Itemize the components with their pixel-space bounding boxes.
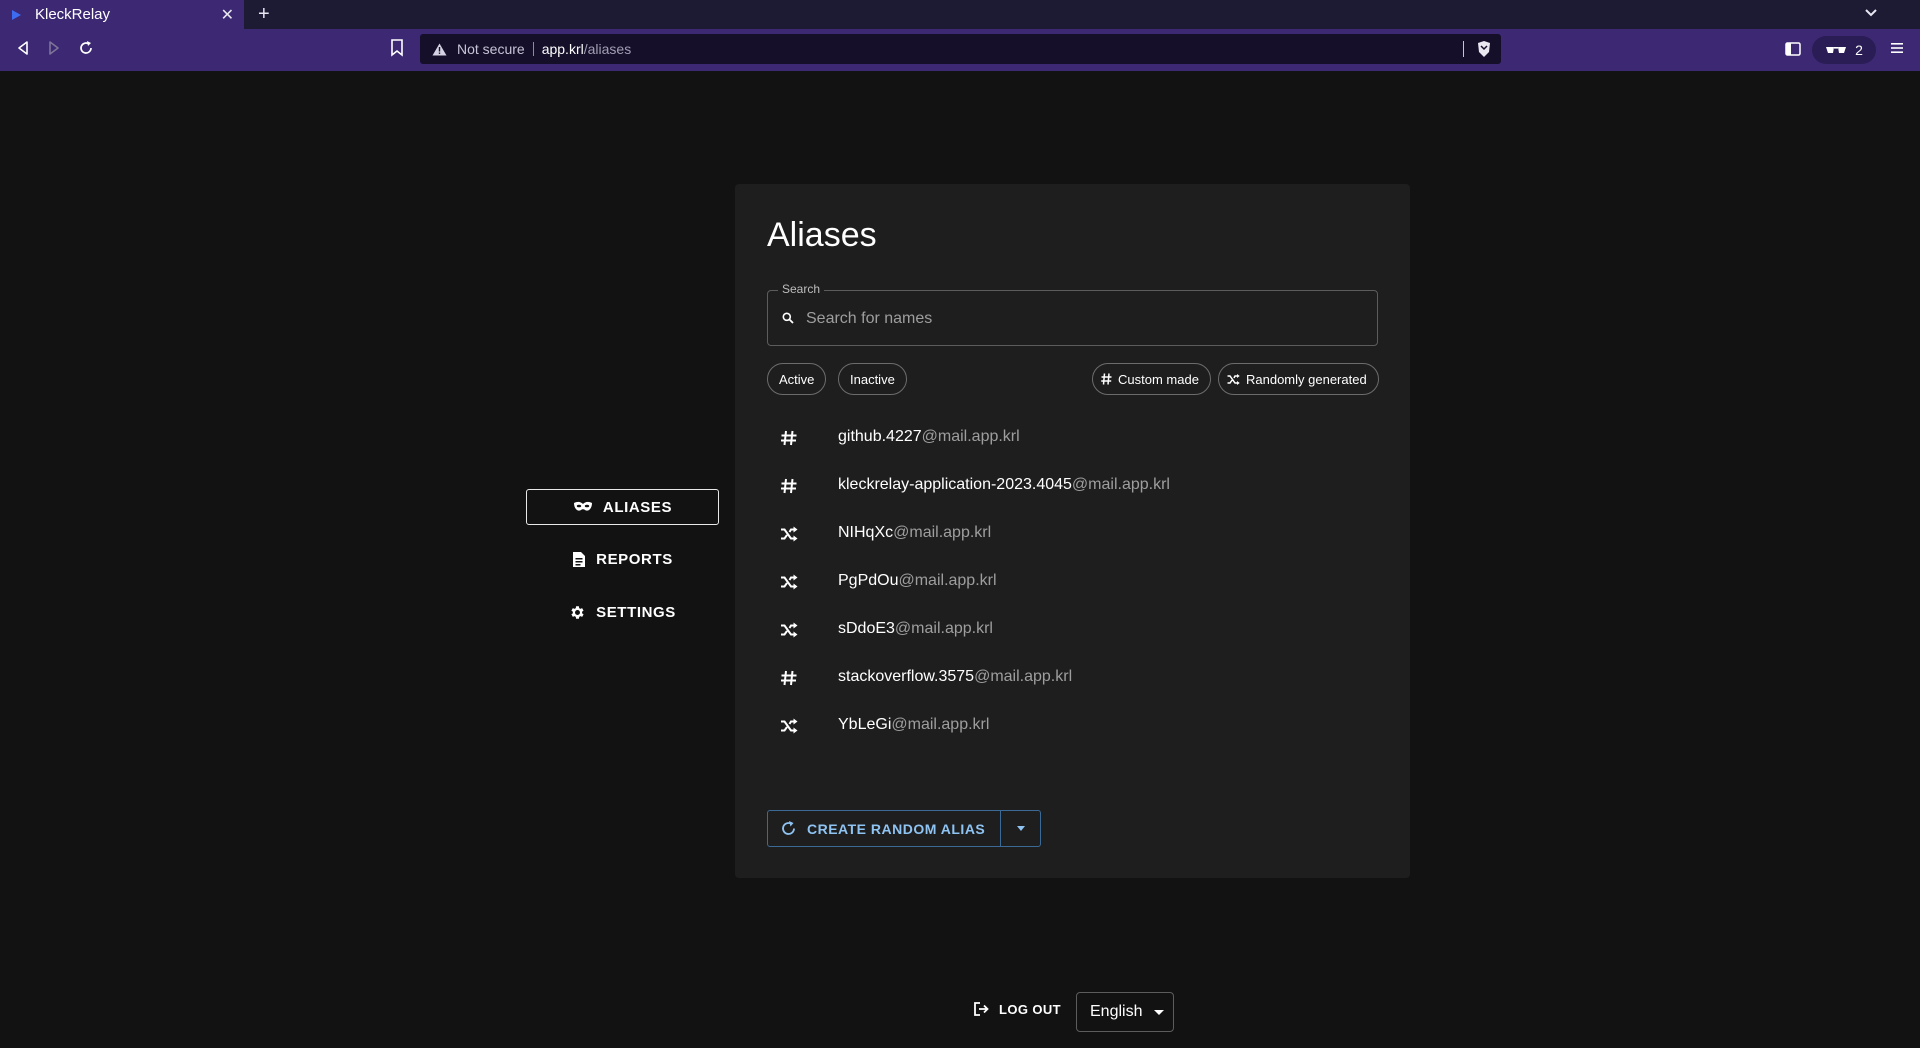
- alias-address: NIHqXc@mail.app.krl: [838, 524, 991, 542]
- back-icon[interactable]: [14, 39, 32, 57]
- bookmark-icon[interactable]: [390, 39, 404, 57]
- tab-title: KleckRelay: [35, 6, 111, 23]
- chip-label: Custom made: [1118, 371, 1199, 387]
- alias-row[interactable]: PgPdOu@mail.app.krl: [767, 557, 1378, 605]
- search-icon: [782, 312, 794, 324]
- alias-address: PgPdOu@mail.app.krl: [838, 572, 997, 590]
- alias-domain: @mail.app.krl: [1071, 476, 1170, 493]
- warning-icon: [432, 43, 447, 55]
- browser-tab[interactable]: KleckRelay ✕: [0, 0, 244, 29]
- url-separator: [532, 42, 534, 56]
- alias-domain: @mail.app.krl: [974, 668, 1073, 685]
- mask-icon: [573, 501, 592, 511]
- nav-label: ALIASES: [602, 498, 673, 516]
- logout-button[interactable]: LOG OUT: [973, 1001, 1061, 1017]
- alias-row[interactable]: YbLeGi@mail.app.krl: [767, 701, 1378, 749]
- filter-custom-chip[interactable]: Custom made: [1092, 363, 1211, 395]
- alias-domain: @mail.app.krl: [894, 620, 993, 637]
- shuffle-icon: [1227, 373, 1240, 385]
- browser-tab-bar: KleckRelay ✕ +: [0, 0, 1920, 29]
- search-label: Search: [778, 282, 825, 296]
- alias-row[interactable]: stackoverflow.3575@mail.app.krl: [767, 653, 1378, 701]
- shuffle-icon: [781, 718, 798, 734]
- browser-toolbar: Not secure app.krl/aliases 2: [0, 29, 1920, 71]
- alias-address: sDdoE3@mail.app.krl: [838, 620, 993, 638]
- rewards-count: 2: [1855, 42, 1863, 58]
- hash-icon: [781, 670, 797, 686]
- filter-inactive-chip[interactable]: Inactive: [838, 363, 907, 395]
- nav-label: REPORTS: [596, 550, 673, 568]
- create-random-alias-button[interactable]: CREATE RANDOM ALIAS: [768, 811, 1002, 846]
- url-bar[interactable]: Not secure app.krl/aliases: [420, 34, 1501, 64]
- url-path: /aliases: [583, 41, 632, 57]
- language-value: English: [1090, 1003, 1143, 1020]
- tab-close-icon[interactable]: ✕: [221, 5, 234, 25]
- search-input[interactable]: [804, 305, 1368, 333]
- alias-domain: @mail.app.krl: [898, 572, 997, 589]
- alias-local-part: kleckrelay-application-2023.4045: [838, 476, 1072, 493]
- alias-domain: @mail.app.krl: [921, 428, 1020, 445]
- hash-icon: [781, 430, 797, 446]
- url-host: app.krl: [541, 41, 584, 57]
- caret-down-icon: [1154, 1009, 1165, 1015]
- reload-icon[interactable]: [77, 39, 95, 57]
- aliases-card: Aliases Search Active Inactive Custom ma…: [735, 184, 1410, 878]
- logout-label: LOG OUT: [999, 1001, 1062, 1017]
- chip-label: Inactive: [850, 371, 895, 387]
- alias-local-part: PgPdOu: [838, 572, 899, 589]
- document-icon: [573, 551, 586, 567]
- alias-address: kleckrelay-application-2023.4045@mail.ap…: [838, 476, 1170, 494]
- alias-row[interactable]: kleckrelay-application-2023.4045@mail.ap…: [767, 461, 1378, 509]
- menu-icon[interactable]: [1890, 41, 1904, 55]
- alias-row[interactable]: NIHqXc@mail.app.krl: [767, 509, 1378, 557]
- alias-address: stackoverflow.3575@mail.app.krl: [838, 668, 1072, 686]
- search-field[interactable]: Search: [767, 282, 1378, 346]
- glasses-icon: [1826, 47, 1847, 53]
- alias-domain: @mail.app.krl: [893, 524, 992, 541]
- alias-local-part: sDdoE3: [838, 620, 895, 637]
- not-secure-label: Not secure: [457, 41, 525, 57]
- alias-domain: @mail.app.krl: [891, 716, 990, 733]
- alias-row[interactable]: github.4227@mail.app.krl: [767, 413, 1378, 461]
- alias-local-part: NIHqXc: [838, 524, 894, 541]
- caret-down-icon: [1016, 826, 1025, 831]
- nav-label: SETTINGS: [596, 603, 676, 621]
- create-options-dropdown[interactable]: [1001, 811, 1040, 846]
- hash-icon: [781, 478, 797, 494]
- nav-item-settings[interactable]: SETTINGS: [526, 594, 719, 630]
- create-alias-button-group: CREATE RANDOM ALIAS: [767, 810, 1042, 847]
- alias-address: YbLeGi@mail.app.krl: [838, 716, 989, 734]
- alias-address: github.4227@mail.app.krl: [838, 428, 1020, 446]
- alias-local-part: github.4227: [838, 428, 922, 445]
- refresh-icon: [782, 821, 795, 835]
- rewards-button[interactable]: 2: [1812, 36, 1876, 64]
- alias-local-part: stackoverflow.3575: [838, 668, 975, 685]
- alias-local-part: YbLeGi: [838, 716, 892, 733]
- logout-icon: [974, 1002, 989, 1016]
- app-favicon-icon: [12, 9, 21, 20]
- forward-icon[interactable]: [45, 39, 63, 57]
- sidebar-toggle-icon[interactable]: [1785, 42, 1801, 56]
- new-tab-icon[interactable]: +: [258, 3, 270, 26]
- chip-label: Randomly generated: [1246, 371, 1367, 387]
- tab-list-chevron-icon[interactable]: [1864, 6, 1878, 20]
- chip-label: Active: [779, 371, 815, 387]
- nav-item-reports[interactable]: REPORTS: [526, 541, 719, 577]
- filter-active-chip[interactable]: Active: [767, 363, 827, 395]
- hash-icon: [1101, 373, 1112, 385]
- brave-shield-icon[interactable]: [1476, 40, 1492, 58]
- url-divider: [1463, 41, 1464, 57]
- shuffle-icon: [781, 622, 798, 638]
- shuffle-icon: [781, 574, 798, 590]
- page-title: Aliases: [767, 216, 877, 254]
- create-button-label: CREATE RANDOM ALIAS: [807, 820, 986, 837]
- alias-row[interactable]: sDdoE3@mail.app.krl: [767, 605, 1378, 653]
- gear-icon: [571, 605, 584, 619]
- shuffle-icon: [781, 526, 798, 542]
- nav-item-aliases[interactable]: ALIASES: [526, 489, 719, 525]
- filter-random-chip[interactable]: Randomly generated: [1218, 363, 1379, 395]
- language-select[interactable]: English: [1076, 992, 1174, 1032]
